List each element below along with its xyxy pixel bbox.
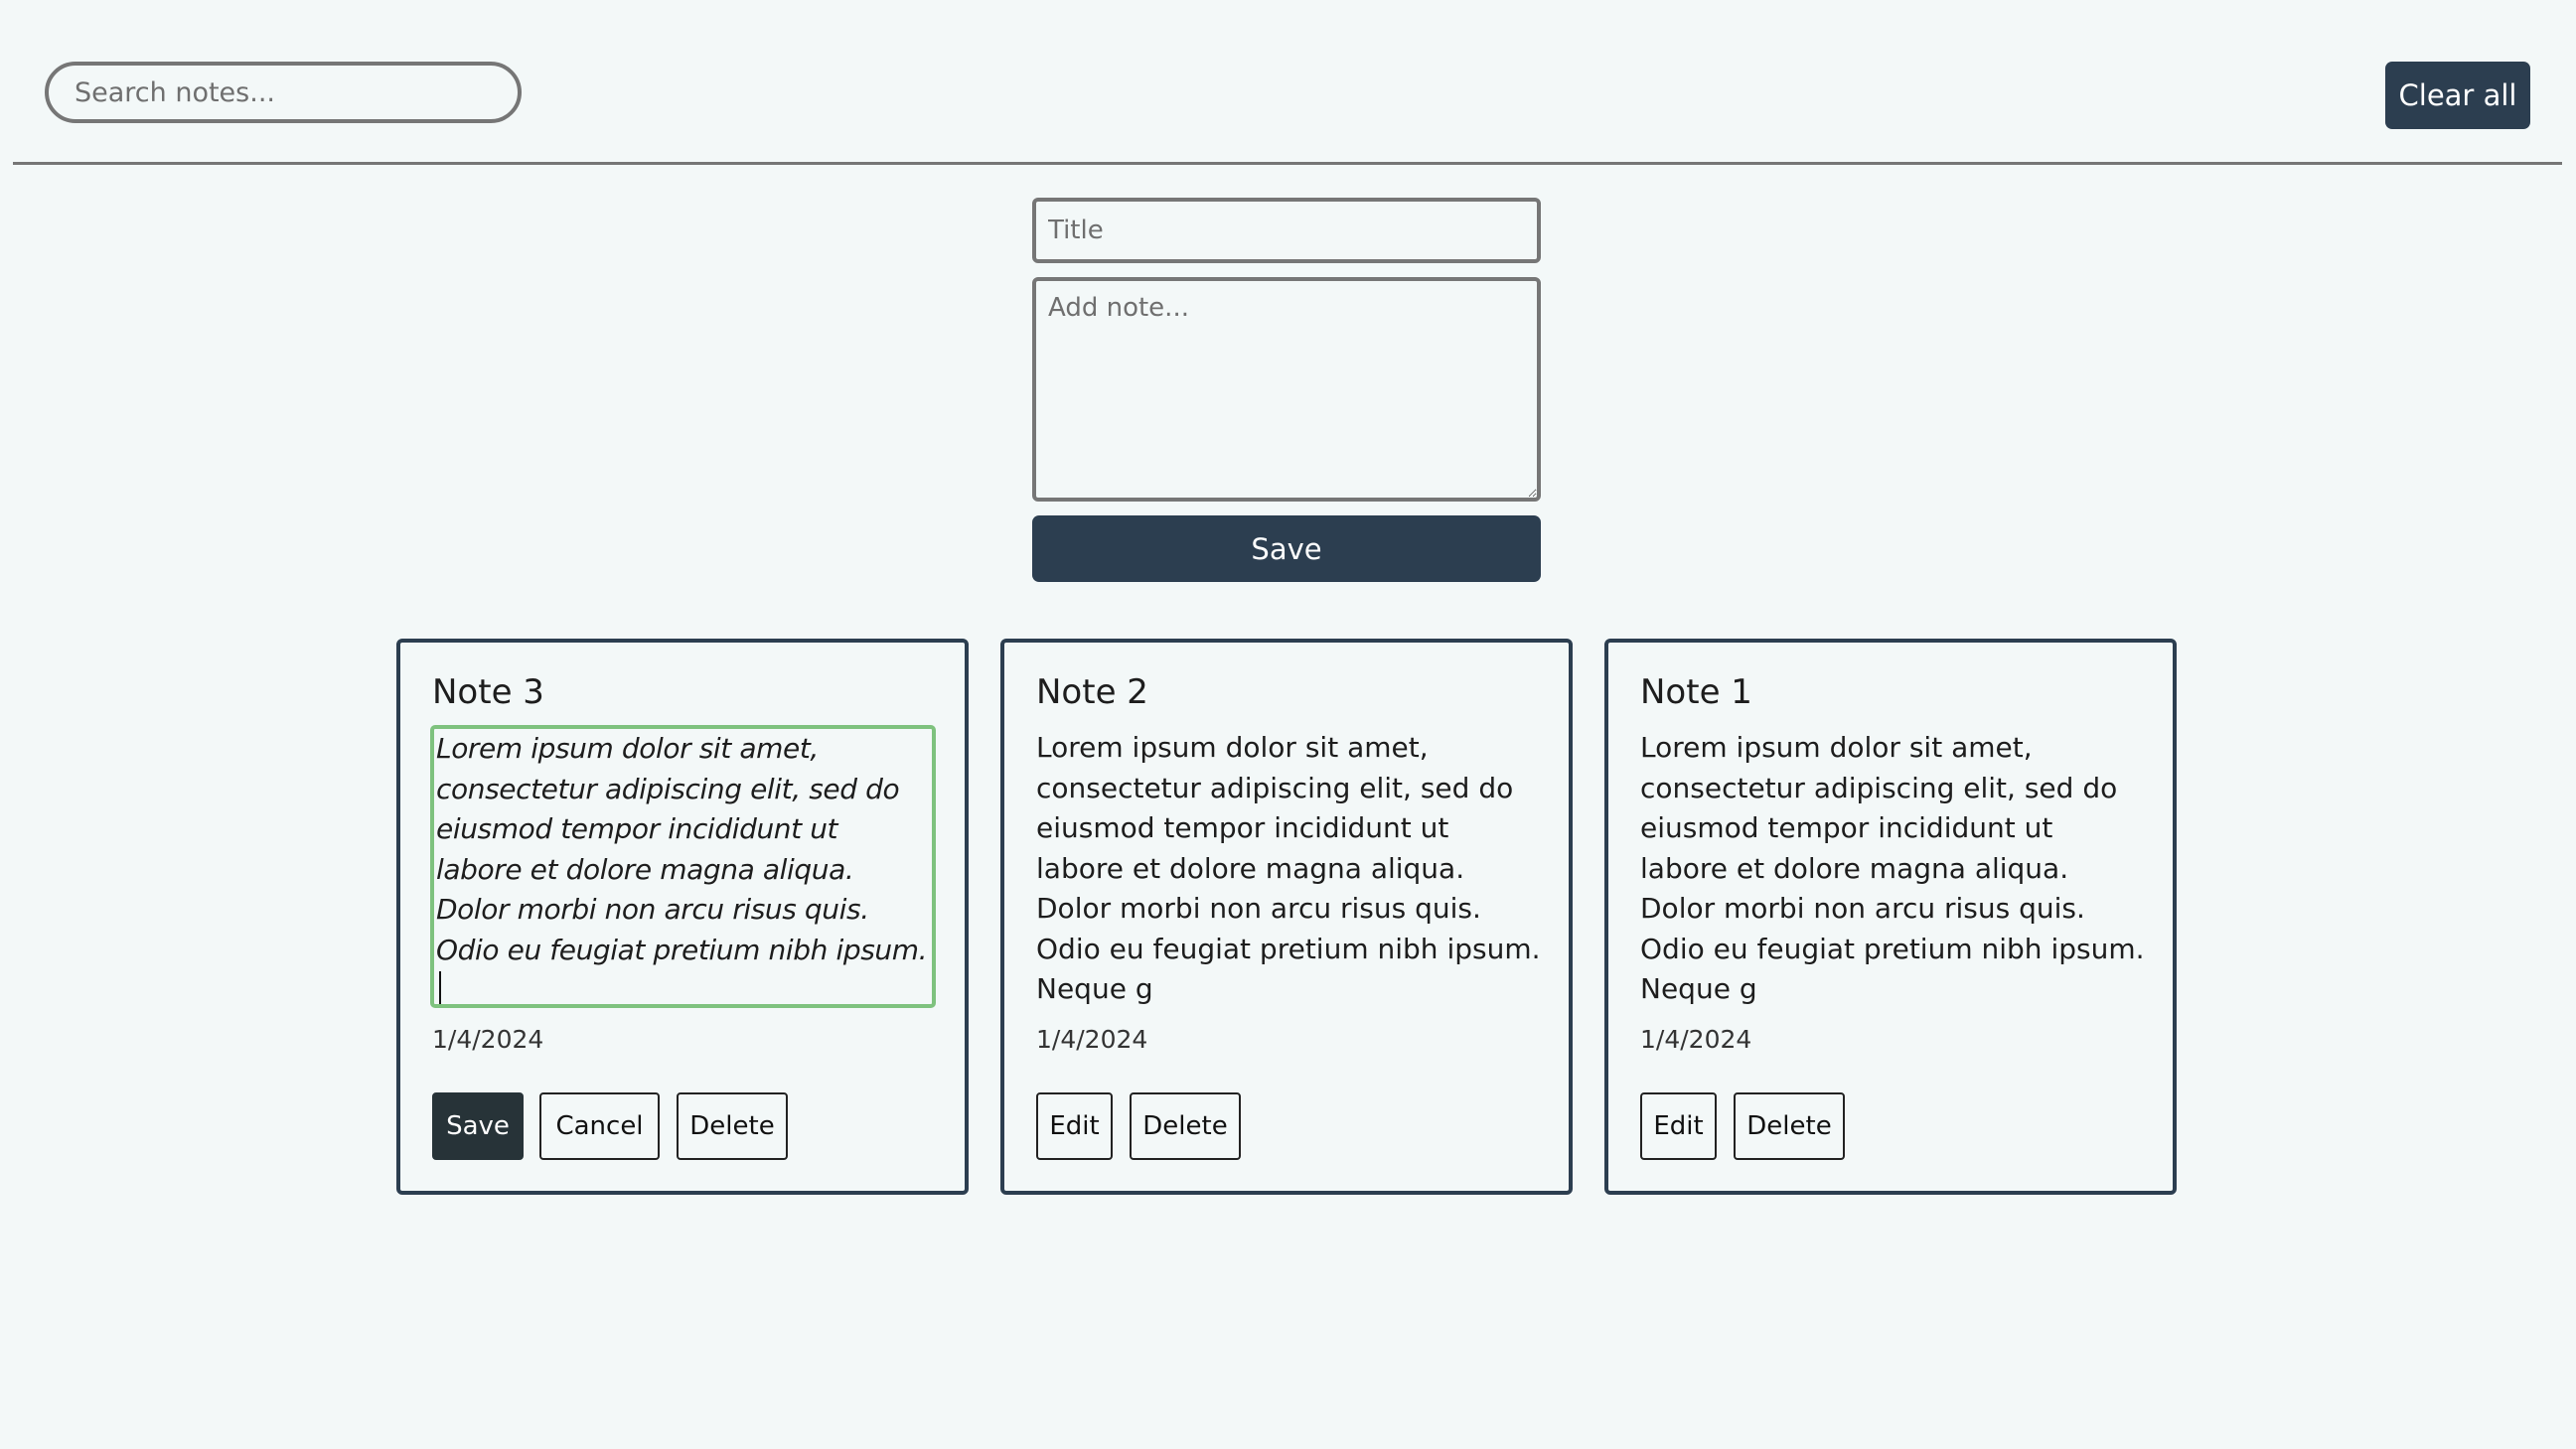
note-delete-button[interactable]: Delete [1130,1092,1241,1160]
note-body-text: Lorem ipsum dolor sit amet, consectetur … [1640,731,2145,1005]
header-divider [13,162,2562,165]
note-textarea[interactable] [1032,277,1541,502]
note-card: Note 2 Lorem ipsum dolor sit amet, conse… [1000,639,1573,1195]
note-cancel-button[interactable]: Cancel [539,1092,660,1160]
note-body-text: Lorem ipsum dolor sit amet, consectetur … [436,732,928,966]
note-edit-button[interactable]: Edit [1640,1092,1717,1160]
note-title: Note 3 [432,672,544,712]
note-date: 1/4/2024 [1640,1025,1752,1054]
note-date: 1/4/2024 [432,1025,544,1054]
note-edit-area[interactable]: Lorem ipsum dolor sit amet, consectetur … [430,725,936,1008]
text-caret [439,971,441,1004]
note-edit-button[interactable]: Edit [1036,1092,1113,1160]
search-input[interactable] [45,62,522,123]
note-title: Note 1 [1640,672,1752,712]
note-title: Note 2 [1036,672,1148,712]
save-note-button[interactable]: Save [1032,515,1541,582]
note-body-text: Lorem ipsum dolor sit amet, consectetur … [1036,731,1541,1005]
note-card: Note 3 Lorem ipsum dolor sit amet, conse… [396,639,969,1195]
note-delete-button[interactable]: Delete [1734,1092,1845,1160]
note-delete-button[interactable]: Delete [677,1092,788,1160]
title-input[interactable] [1032,198,1541,263]
note-save-button[interactable]: Save [432,1092,524,1160]
note-date: 1/4/2024 [1036,1025,1148,1054]
note-card: Note 1 Lorem ipsum dolor sit amet, conse… [1604,639,2177,1195]
clear-all-button[interactable]: Clear all [2385,62,2530,129]
